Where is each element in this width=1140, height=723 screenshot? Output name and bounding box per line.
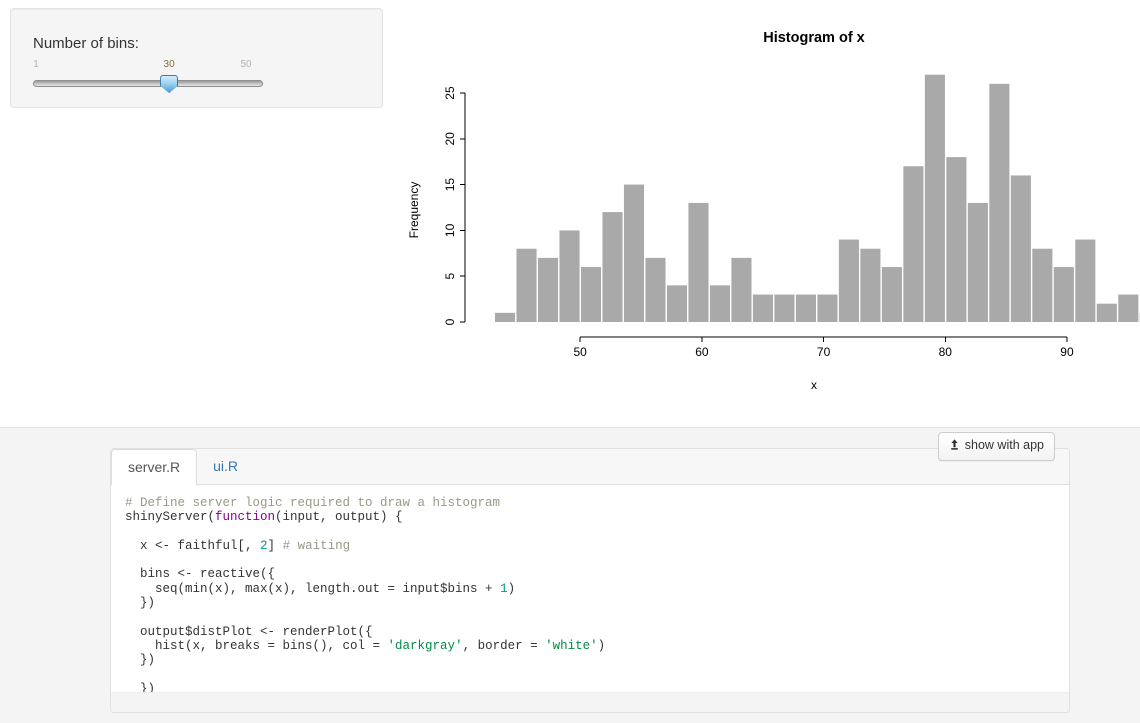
upload-icon [950,439,958,450]
code-content: # Define server logic required to draw a… [125,496,606,694]
tab-ui-r[interactable]: ui.R [197,449,254,485]
histogram-bar [731,257,752,322]
histogram-bar [645,257,666,322]
svg-text:90: 90 [1060,345,1074,359]
svg-text:5: 5 [443,273,457,280]
slider-handle[interactable] [160,75,179,93]
histogram-bar [1032,248,1053,322]
histogram-bar [860,248,881,322]
bins-slider[interactable]: 1 30 50 [33,59,263,99]
svg-text:10: 10 [443,223,457,237]
app-output-area: Number of bins: 1 30 50 Histogram of x 0… [0,0,1140,427]
histogram-bar [903,166,924,322]
histogram-bar [709,285,731,322]
histogram-bar [1053,267,1074,322]
slider-min-label: 1 [33,59,39,70]
histogram-bar [989,83,1010,322]
svg-text:80: 80 [939,345,953,359]
slider-tick-labels: 1 30 50 [33,59,263,75]
histogram-bar [495,312,516,322]
y-axis-label: Frequency [407,182,421,239]
histogram-bar [1075,239,1096,322]
histogram-bar [666,285,688,322]
histogram-bar [537,257,559,322]
svg-text:20: 20 [443,132,457,146]
slider-max-label: 50 [240,59,252,70]
svg-text:15: 15 [443,178,457,192]
show-with-app-label: show with app [964,438,1044,452]
slider-label: Number of bins: [33,35,139,52]
histogram-bar [1010,175,1031,322]
histogram-bar [924,74,945,323]
code-tabbar: server.R ui.R [111,449,1069,486]
code-footer [111,692,1069,712]
histogram-svg: Histogram of x 0 5 10 15 20 25 50 60 70 80 90 Fre… [391,0,1140,420]
slider-track[interactable] [33,80,263,87]
histogram-bar [795,294,816,322]
tab-server-r[interactable]: server.R [111,449,198,486]
histogram-bar [516,248,537,322]
svg-text:50: 50 [574,345,588,359]
histogram-bar [817,294,838,322]
histogram-plot: Histogram of x 0 5 10 15 20 25 50 60 70 80 90 Fre… [391,0,1140,420]
histogram-bar [838,239,859,322]
svg-text:0: 0 [443,318,457,325]
histogram-bar [881,267,902,322]
histogram-bar [602,212,623,322]
histogram-bar [688,202,709,322]
svg-text:25: 25 [443,86,457,100]
slider-value-label: 30 [163,59,175,70]
histogram-bar [559,230,580,322]
histogram-bar [752,294,773,322]
svg-text:60: 60 [695,345,709,359]
show-with-app-button[interactable]: show with app [937,432,1055,461]
code-body[interactable]: # Define server logic required to draw a… [111,486,1069,694]
histogram-bar [946,157,967,322]
histogram-bar [967,202,988,322]
histogram-bar [623,184,645,322]
sidebar-well-panel: Number of bins: 1 30 50 [10,8,383,108]
code-panel: server.R ui.R show with app # Define ser… [110,432,1070,713]
histogram-bar [774,294,795,322]
histogram-bar [580,267,602,322]
histogram-bar [1118,294,1139,322]
histogram-bar [1096,303,1117,322]
plot-title: Histogram of x [763,30,865,46]
x-axis-label: x [811,378,817,392]
svg-text:70: 70 [817,345,831,359]
